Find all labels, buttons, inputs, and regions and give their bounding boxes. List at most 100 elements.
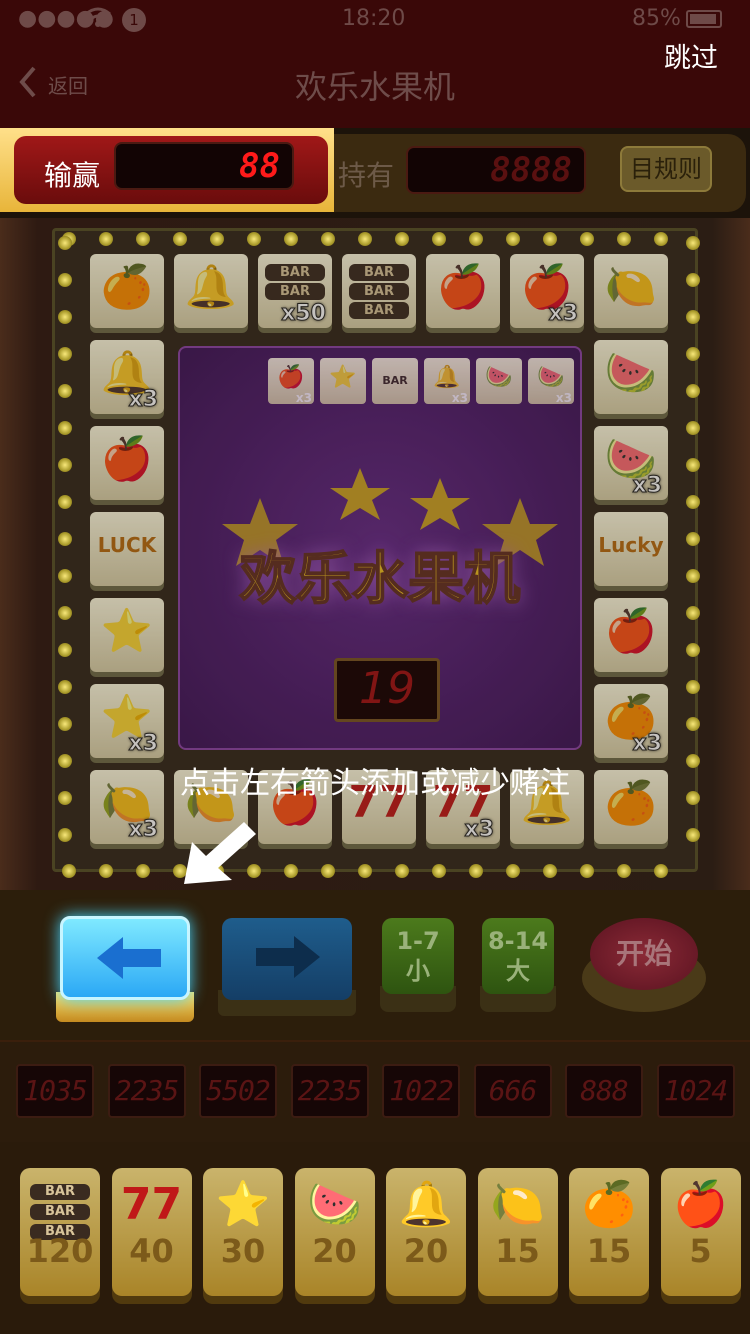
bulb-light: [543, 232, 557, 246]
bet-button-star[interactable]: ⭐ 30: [203, 1168, 283, 1308]
start-label: 开始: [590, 918, 698, 990]
start-button[interactable]: 开始: [582, 916, 706, 1012]
orange-icon: 🍊: [100, 262, 154, 311]
bulb-light: [136, 864, 150, 878]
bar-label: BAR: [265, 283, 325, 300]
odds-display: 2235: [290, 1064, 369, 1118]
bet-button-seven[interactable]: 77 40: [111, 1168, 192, 1308]
tile-watermelon: 🍉: [594, 340, 668, 414]
result-icon: 🍉: [485, 365, 513, 390]
multiplier-label: x3: [128, 731, 158, 757]
bulb-light: [580, 864, 594, 878]
odds-display: 5502: [199, 1064, 277, 1118]
arrow-left-icon: [97, 937, 161, 979]
bulb-light: [686, 421, 700, 435]
win-display: 88: [114, 142, 294, 190]
bulb-light: [58, 347, 72, 361]
tile-apple: 🍎 x3: [510, 254, 584, 328]
orange-icon: 🍊: [581, 1179, 637, 1230]
recent-result-tile: 🍉 x3: [528, 358, 574, 405]
multiplier-label: x3: [451, 391, 468, 405]
bulb-light: [247, 232, 261, 246]
bulb-light: [58, 236, 72, 250]
rules-button[interactable]: 目规则: [620, 146, 712, 192]
star-icon: ⭐: [100, 606, 154, 655]
bulb-light: [617, 232, 631, 246]
big-bet-button[interactable]: 8-14 大: [480, 916, 556, 1012]
bell-icon: 🔔: [398, 1179, 454, 1230]
bar-label: BAR: [349, 264, 409, 281]
bulb-light: [58, 606, 72, 620]
bet-button-orange[interactable]: 🍊 15: [569, 1168, 649, 1308]
result-icon: ⭐: [329, 365, 357, 390]
recent-result-tile: 🍉: [476, 358, 522, 404]
watermelon-icon: 🍉: [307, 1179, 362, 1230]
multiplier-label: x3: [295, 391, 312, 405]
bulb-light: [58, 384, 72, 398]
bulb-light: [432, 232, 446, 246]
recent-result-tile: ⭐: [320, 358, 366, 404]
bulb-light: [358, 864, 372, 878]
game-logo-title: 欢乐水果机: [239, 546, 521, 613]
win-panel: 输赢 88: [0, 128, 334, 212]
win-label: 输赢: [44, 159, 101, 192]
bulb-light: [58, 569, 72, 583]
bulb-light: [654, 864, 668, 878]
pointer-arrow-icon: [184, 822, 256, 884]
bulb-light: [58, 495, 72, 509]
lucky-icon: Lucky: [598, 533, 664, 557]
bulb-light: [58, 458, 72, 472]
multiplier-label: x3: [464, 817, 494, 843]
bet-multiplier: 5: [689, 1232, 712, 1270]
skip-button[interactable]: 跳过: [664, 36, 718, 75]
multiplier-label: x3: [632, 731, 662, 757]
bulb-light: [210, 232, 224, 246]
notification-badge: 1: [122, 8, 146, 32]
hold-display: 8888: [406, 146, 586, 194]
tile-apple: 🍎: [90, 426, 164, 500]
bulb-light: [654, 232, 668, 246]
increase-bet-button[interactable]: [218, 916, 356, 1016]
page-title: 欢乐水果机: [294, 68, 455, 106]
tile-lucky: LUCK: [90, 512, 164, 586]
bulb-light: [284, 864, 298, 878]
bulb-light: [686, 273, 700, 287]
status-bar: ●●●●● 1 18:20 85%: [0, 0, 750, 40]
bulb-light: [395, 232, 409, 246]
hold-label: 持有: [338, 159, 395, 192]
bulb-light: [58, 717, 72, 731]
bulb-light: [99, 864, 113, 878]
bulb-light: [62, 864, 76, 878]
odds-display: 888: [565, 1064, 643, 1118]
arrow-right-icon: [256, 936, 320, 978]
recent-result-tile: 🔔 x3: [424, 358, 470, 405]
bet-button-lemon[interactable]: 🍋 15: [477, 1168, 558, 1308]
bet-multiplier: 15: [495, 1232, 540, 1270]
tile-star: ⭐: [90, 598, 164, 672]
multiplier-label: x3: [555, 391, 572, 405]
watermelon-icon: 🍉: [604, 348, 658, 397]
tile-star: ⭐ x3: [90, 684, 164, 758]
bet-button-apple[interactable]: 🍎 5: [660, 1168, 741, 1308]
odds-display: 1024: [656, 1064, 735, 1118]
bet-button-bell[interactable]: 🔔 20: [386, 1168, 466, 1308]
tile-bell: 🔔: [174, 254, 248, 328]
apple-icon: 🍎: [436, 262, 490, 311]
decrease-bet-button[interactable]: [56, 914, 194, 1022]
small-bet-button[interactable]: 1-7 小: [380, 916, 456, 1012]
bar-label: BAR: [349, 283, 409, 300]
bulb-light: [686, 495, 700, 509]
bar-label: BAR: [265, 264, 325, 281]
big-range: 8-14: [487, 927, 549, 955]
result-icon: BAR: [382, 374, 408, 387]
bulb-light: [58, 643, 72, 657]
bulb-light: [686, 347, 700, 361]
bulb-light: [686, 643, 700, 657]
hold-panel: 持有 8888 目规则: [334, 134, 746, 212]
bet-multiplier: 120: [26, 1232, 94, 1270]
bet-button-bar[interactable]: BAR BAR BAR 120: [20, 1168, 100, 1308]
bulb-light: [469, 864, 483, 878]
bulb-light: [58, 828, 72, 842]
bet-button-watermelon[interactable]: 🍉 20: [294, 1168, 375, 1308]
odds-display: 1035: [16, 1064, 94, 1118]
